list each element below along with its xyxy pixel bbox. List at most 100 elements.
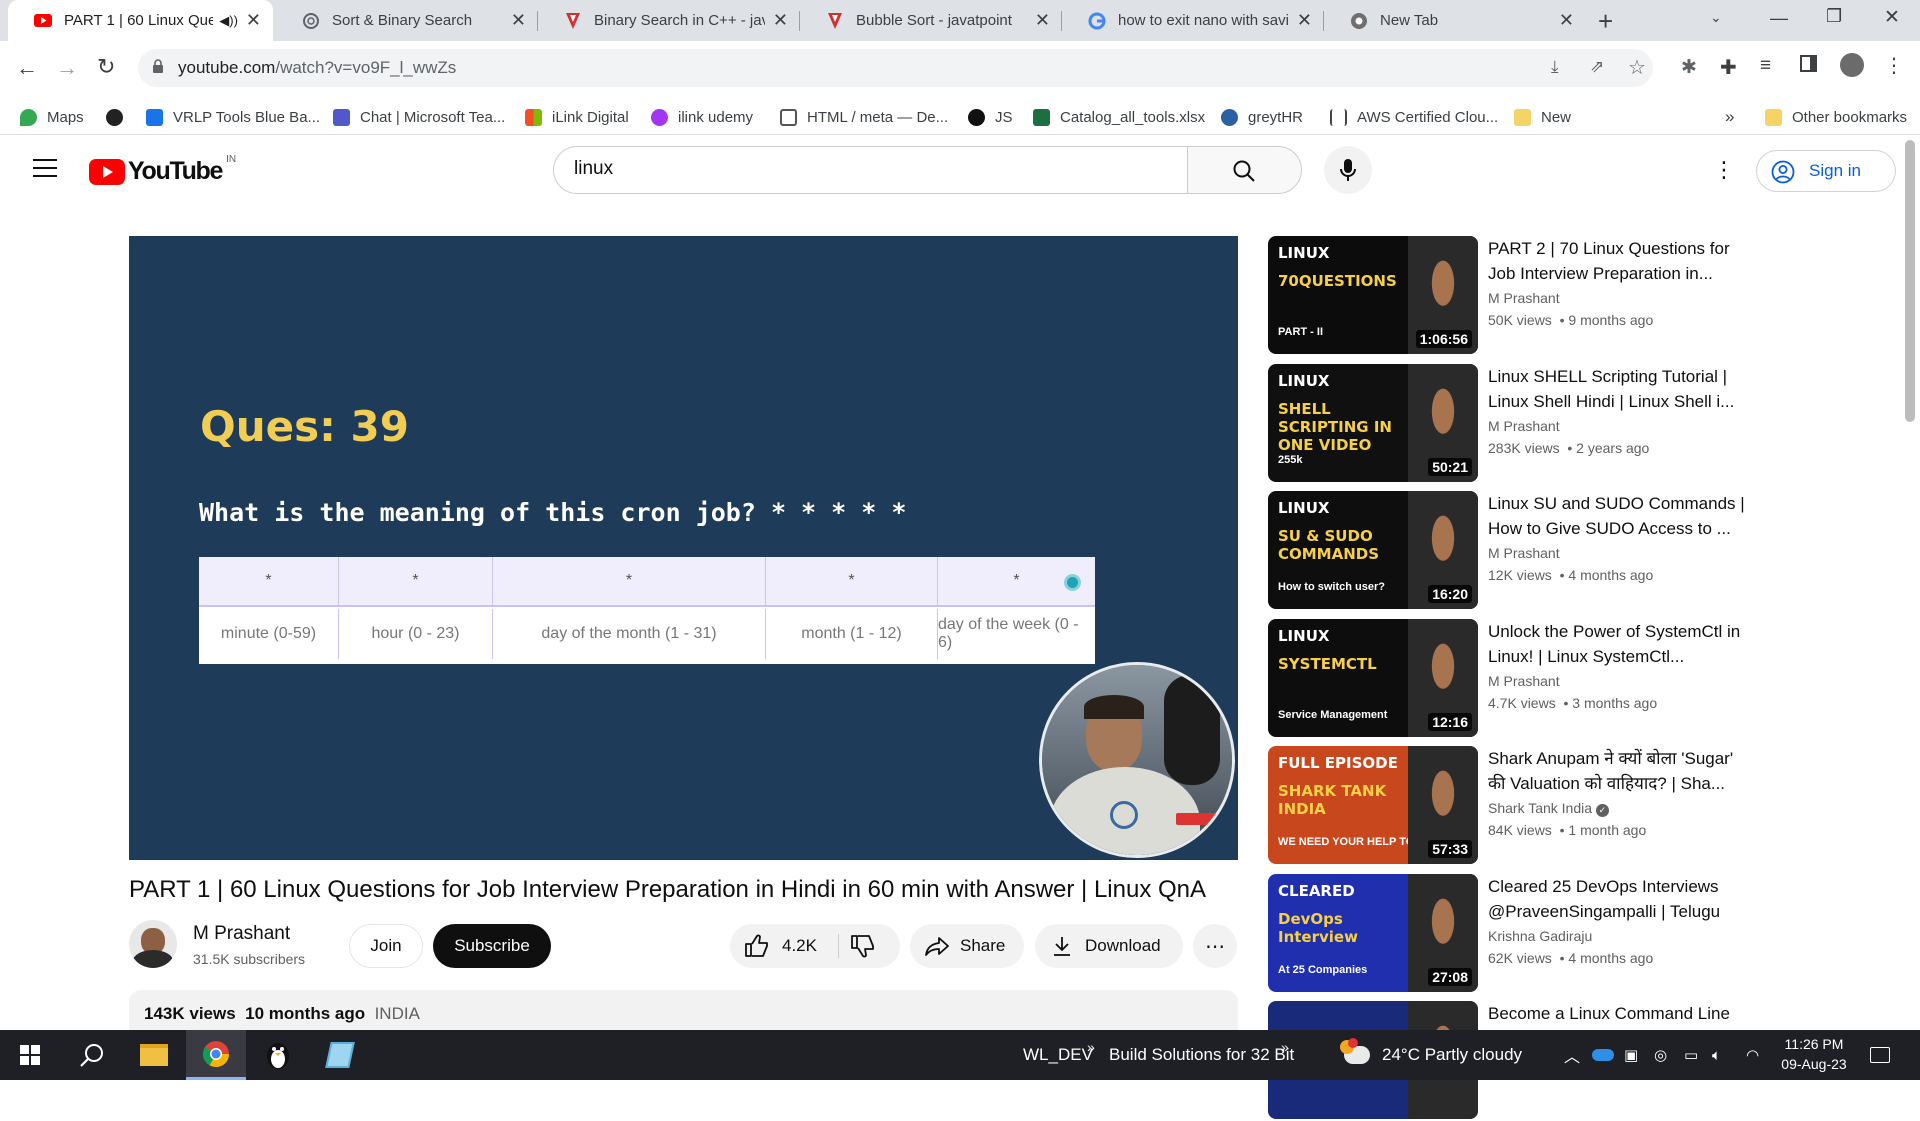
recommendation-item[interactable]: FULL EPISODE SHARK TANK INDIA WE NEED YOUR… [1268, 746, 1768, 866]
tab-youtube-video[interactable]: PART 1 | 60 Linux Quest ◀)) ✕ [8, 0, 273, 41]
video-thumbnail[interactable]: LINUX SU & SUDO COMMANDS How to switch use… [1268, 491, 1478, 609]
bookmark-maps[interactable]: Maps [20, 99, 84, 135]
bookmark-js[interactable]: JS [968, 99, 1013, 135]
window-close-icon[interactable]: ✕ [1884, 6, 1900, 29]
close-icon[interactable]: ✕ [773, 10, 788, 31]
system-clock[interactable]: 11:26 PM 09-Aug-23 [1776, 1034, 1852, 1074]
video-player[interactable]: Ques: 39 What is the meaning of this cro… [129, 236, 1238, 860]
channel-name[interactable]: M Prashant [193, 923, 290, 945]
search-button[interactable] [1187, 146, 1302, 194]
volume-speaker-icon[interactable]: 🔈︎ [1712, 1030, 1721, 1080]
search-input[interactable] [574, 158, 1094, 180]
chrome-menu-icon[interactable]: ⋮ [1884, 53, 1904, 78]
recommendation-title[interactable]: Become a Linux Command Line [1488, 1001, 1746, 1026]
page-scrollbar-thumb[interactable] [1905, 140, 1915, 422]
onedrive-cloud-icon[interactable] [1592, 1030, 1614, 1080]
download-button[interactable]: Download [1035, 924, 1183, 968]
reload-icon[interactable]: ↻ [97, 54, 115, 80]
bookmark-catalog-xlsx[interactable]: Catalog_all_tools.xlsx [1033, 99, 1205, 135]
bookmark-aws[interactable]: AWS Certified Clou... [1330, 99, 1498, 135]
tab-google-nano[interactable]: how to exit nano with savin ✕ [1062, 0, 1324, 41]
bookmark-html-meta[interactable]: HTML / meta — De... [780, 99, 948, 135]
recommendation-item[interactable]: LINUX 70QUESTIONS PART - II 1:06:56 PART 2 |… [1268, 236, 1768, 356]
windows-start-icon[interactable] [12, 1030, 48, 1080]
forward-arrow-icon[interactable]: → [56, 55, 78, 81]
close-icon[interactable]: ✕ [246, 10, 261, 31]
bookmark-greythr[interactable]: greytHR [1221, 99, 1303, 135]
voice-search-button[interactable] [1324, 146, 1372, 194]
recommendation-channel[interactable]: M Prashant [1488, 290, 1560, 306]
close-icon[interactable]: ✕ [1559, 10, 1574, 31]
recommendation-channel[interactable]: M Prashant [1488, 545, 1560, 561]
hamburger-menu-icon[interactable] [33, 159, 57, 177]
notification-center-icon[interactable] [1870, 1030, 1890, 1080]
side-panel-icon[interactable] [1800, 55, 1817, 72]
display-icon[interactable]: ▣ [1624, 1030, 1638, 1080]
expand-chevron-icon[interactable]: » [1281, 1022, 1289, 1072]
recommendation-title[interactable]: Unlock the Power of SystemCtl in Linux! … [1488, 619, 1746, 669]
recommendation-channel[interactable]: Krishna Gadiraju [1488, 928, 1592, 944]
recommendation-channel[interactable]: M Prashant [1488, 673, 1560, 689]
description-box[interactable]: 143K views 10 months ago INDIA [129, 990, 1238, 1030]
other-bookmarks[interactable]: Other bookmarks [1765, 99, 1907, 135]
bookmark-vrlp-tools[interactable]: VRLP Tools Blue Ba... [146, 99, 320, 135]
speaker-icon[interactable]: ◀)) [219, 13, 238, 29]
linux-penguin-app-icon[interactable] [254, 1030, 302, 1080]
video-region-tag[interactable]: INDIA [375, 1004, 420, 1023]
new-tab-plus-icon[interactable]: + [1598, 6, 1613, 37]
close-icon[interactable]: ✕ [1035, 10, 1050, 31]
recommendation-item[interactable]: LINUX SHELL SCRIPTING IN ONE VIDEO 255k 50:… [1268, 364, 1768, 484]
tab-bubble-sort[interactable]: Bubble Sort - javatpoint ✕ [800, 0, 1062, 41]
share-button[interactable]: Share [910, 924, 1024, 968]
profile-avatar-icon[interactable] [1840, 53, 1864, 77]
youtube-logo[interactable]: YouTube IN [89, 154, 236, 186]
close-icon[interactable]: ✕ [1297, 10, 1312, 31]
sign-in-button[interactable]: Sign in [1756, 150, 1896, 192]
weather-widget[interactable]: 24°C Partly cloudy [1340, 1030, 1522, 1080]
meet-now-icon[interactable]: ◎ [1654, 1030, 1667, 1080]
video-thumbnail[interactable]: CLEARED DevOps Interview At 25 Companies 27… [1268, 874, 1478, 992]
recommendation-item[interactable]: LINUX SU & SUDO COMMANDS How to switch use… [1268, 491, 1768, 611]
recommendation-title[interactable]: PART 2 | 70 Linux Questions for Job Inte… [1488, 236, 1746, 286]
bookmark-new-folder[interactable]: New [1514, 99, 1571, 135]
install-app-icon[interactable]: ⤓ [1551, 57, 1559, 77]
dislike-button[interactable] [850, 934, 876, 963]
bookmark-ilink-digital[interactable]: iLink Digital [525, 99, 629, 135]
more-bookmarks-chevron-icon[interactable]: » [1725, 99, 1734, 135]
taskbar-search-icon[interactable] [70, 1030, 114, 1080]
video-thumbnail[interactable]: LINUX SYSTEMCTL Service Management 12:16 [1268, 619, 1478, 737]
battery-icon[interactable]: ▭ [1684, 1030, 1698, 1080]
like-button[interactable]: 4.2K [730, 924, 838, 968]
recommendation-title[interactable]: Linux SU and SUDO Commands | How to Give… [1488, 491, 1746, 541]
extensions-puzzle-icon[interactable]: ✚ [1720, 55, 1737, 80]
recommendation-title[interactable]: Shark Anupam ने क्यों बोला 'Sugar' की Va… [1488, 746, 1746, 796]
tab-search-chevron-icon[interactable]: ⌄ [1710, 9, 1722, 26]
toolbar-wl-dev[interactable]: WL_DEV [1023, 1030, 1093, 1080]
minimize-icon[interactable]: — [1770, 8, 1788, 29]
toolbar-build-solutions[interactable]: Build Solutions for 32 Bit [1109, 1030, 1294, 1080]
back-arrow-icon[interactable]: ← [16, 55, 38, 81]
media-queue-icon[interactable]: ≡ [1760, 55, 1771, 77]
bookmark-star-icon[interactable]: ☆ [1628, 55, 1646, 80]
share-page-icon[interactable]: ⇗ [1590, 57, 1604, 77]
channel-avatar[interactable] [129, 920, 177, 968]
recommendation-channel[interactable]: M Prashant [1488, 418, 1560, 434]
tab-new-tab[interactable]: New Tab ✕ [1324, 0, 1586, 41]
more-actions-icon[interactable]: ⋯ [1193, 924, 1237, 968]
close-icon[interactable]: ✕ [511, 10, 526, 31]
subscribe-button[interactable]: Subscribe [433, 924, 551, 968]
recommendation-item[interactable]: LINUX SYSTEMCTL Service Management 12:16 Unl… [1268, 619, 1768, 739]
restore-icon[interactable]: ❐ [1826, 6, 1842, 27]
settings-kebab-icon[interactable]: ⋮ [1713, 157, 1735, 183]
join-button[interactable]: Join [349, 924, 423, 968]
bookmark-teams[interactable]: Chat | Microsoft Tea... [333, 99, 505, 135]
tab-binary-search-cpp[interactable]: Binary Search in C++ - javat ✕ [538, 0, 800, 41]
notes-app-icon[interactable] [316, 1030, 364, 1080]
bookmark-ilink-udemy[interactable]: ilink udemy [651, 99, 753, 135]
video-thumbnail[interactable]: LINUX SHELL SCRIPTING IN ONE VIDEO 255k 50:… [1268, 364, 1478, 482]
show-hidden-icons-chevron-icon[interactable]: ︿ [1564, 1030, 1580, 1080]
recommendation-title[interactable]: Linux SHELL Scripting Tutorial | Linux S… [1488, 364, 1746, 414]
extension-bug-icon[interactable]: ✱ [1681, 56, 1697, 79]
chrome-taskbar-icon[interactable] [186, 1030, 246, 1080]
wifi-icon[interactable]: ◠ [1746, 1030, 1759, 1080]
